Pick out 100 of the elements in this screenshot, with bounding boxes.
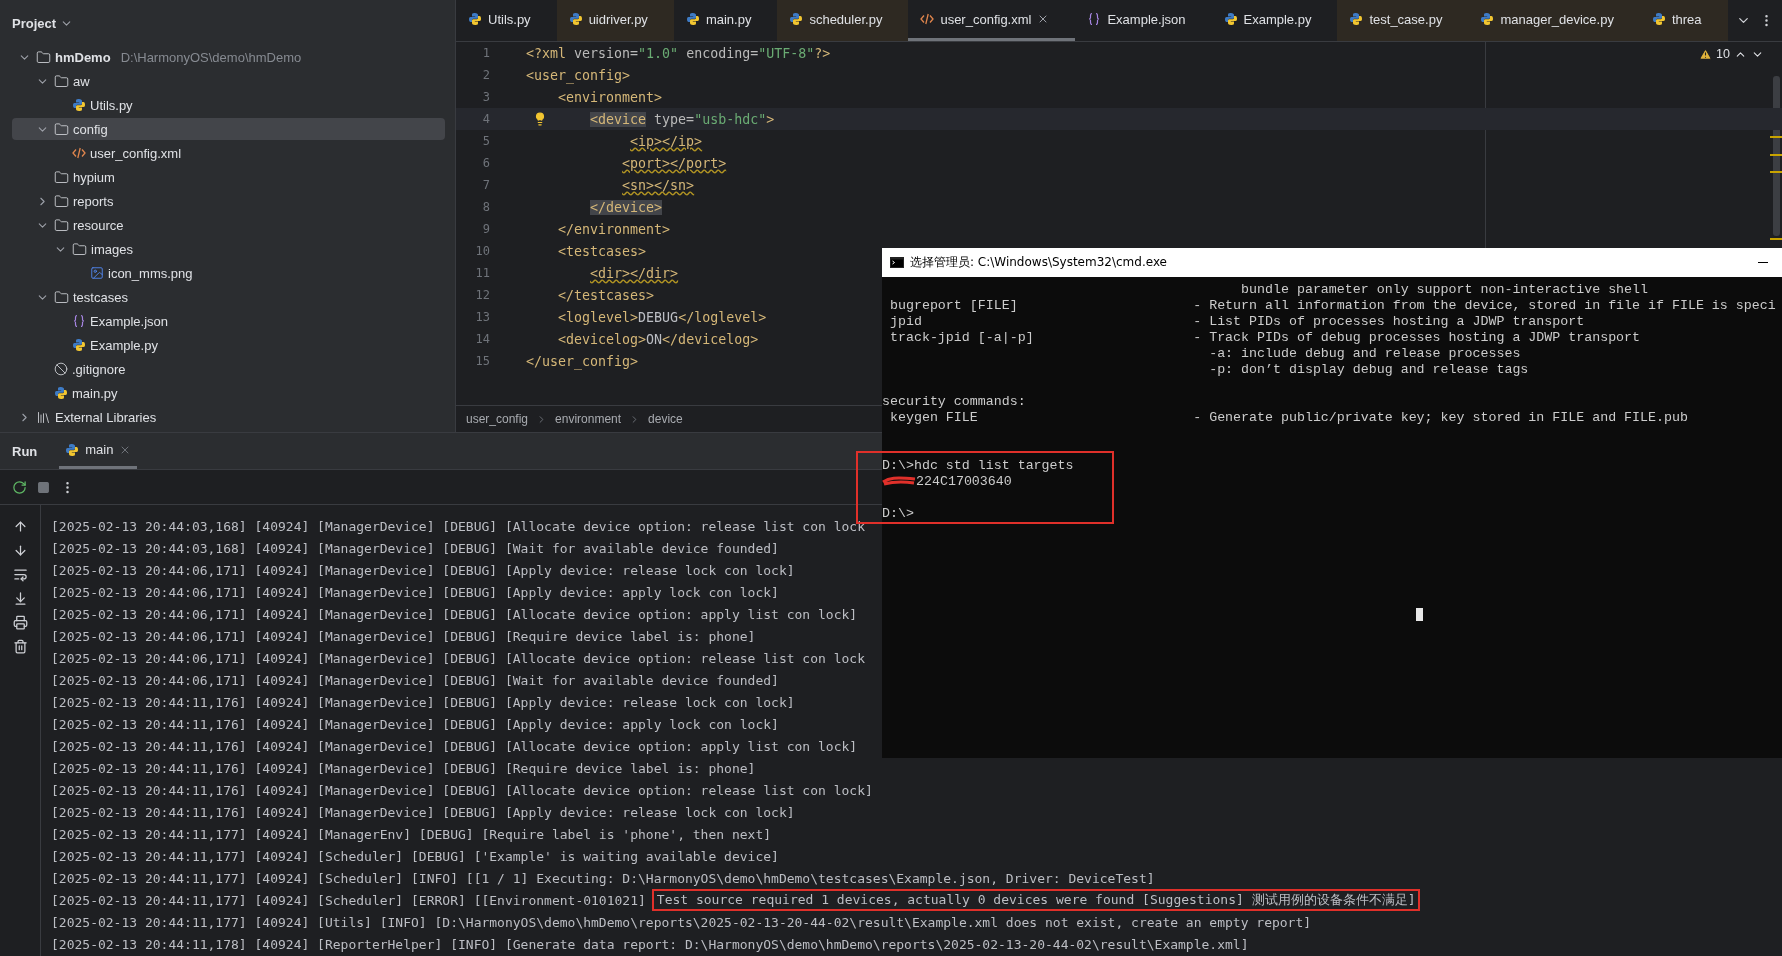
- redaction-scribble: [882, 475, 916, 487]
- tree-item[interactable]: hmDemo D:\HarmonyOS\demo\hmDemo: [12, 46, 445, 68]
- code-token: type=: [653, 111, 695, 127]
- editor-tab[interactable]: Example.json: [1075, 0, 1212, 41]
- log-line: [2025-02-13 20:44:06,171] [40924] [ManagerDevice] [DEBUG] [Allocate device option: apply list con lock]: [51, 606, 858, 622]
- warning-icon: [1699, 47, 1713, 61]
- python-icon: [72, 338, 86, 352]
- folder-icon: [54, 169, 69, 185]
- print-icon: [12, 615, 28, 630]
- terminal-line: bundle parameter only support non-interactive shell: [1240, 281, 1649, 297]
- code-token: </device>: [590, 199, 663, 215]
- log-line: [2025-02-13 20:44:06,171] [40924] [ManagerDevice] [DEBUG] [Apply device: release lock con lock]: [51, 562, 795, 578]
- item-path: D:\HarmonyOS\demo\hmDemo: [120, 49, 302, 65]
- python-icon: [1349, 12, 1364, 26]
- arrow-up-icon: [12, 519, 28, 534]
- code-icon: [920, 12, 935, 26]
- code-token: </testcases>: [558, 287, 655, 303]
- tree-item[interactable]: External Libraries: [12, 406, 445, 428]
- terminal-line: -a: include debug and release processes: [1208, 345, 1521, 361]
- arrow-down-icon: [12, 543, 28, 558]
- tree-item[interactable]: Utils.py: [12, 94, 445, 116]
- tree-item[interactable]: aw: [12, 70, 445, 92]
- library-icon: [36, 409, 51, 425]
- log-line: [2025-02-13 20:44:11,176] [40924] [ManagerDevice] [DEBUG] [Apply device: release lock con lock]: [51, 694, 795, 710]
- panel-title[interactable]: Project: [12, 15, 57, 31]
- tree-item[interactable]: Example.py: [12, 334, 445, 356]
- code-token: encoding=: [685, 45, 759, 61]
- line-number: 4: [481, 112, 491, 126]
- code-token: "usb-hdc": [694, 111, 767, 127]
- python-icon: [789, 12, 804, 26]
- line-number: 12: [474, 288, 491, 302]
- braces-icon: [72, 314, 86, 328]
- log-line: [2025-02-13 20:44:11,176] [40924] [ManagerDevice] [DEBUG] [Allocate device option: apply list con lock]: [51, 738, 858, 754]
- python-icon: [1480, 12, 1495, 26]
- code-token: <loglevel>: [558, 309, 639, 325]
- tree-item[interactable]: testcases: [12, 286, 445, 308]
- item-label: Example.py: [90, 337, 158, 353]
- tree-item[interactable]: Example.json: [12, 310, 445, 332]
- breadcrumb-item[interactable]: device: [648, 412, 683, 426]
- tree-item[interactable]: .gitignore: [12, 358, 445, 380]
- log-line: [2025-02-13 20:44:11,177] [40924] [Scheduler] [DEBUG] ['Example' is waiting available device]: [51, 848, 779, 864]
- editor-tab[interactable]: manager_device.py: [1468, 0, 1640, 41]
- text-cursor: [1416, 608, 1423, 621]
- tree-item[interactable]: images: [12, 238, 445, 260]
- breadcrumb-item[interactable]: environment: [555, 412, 622, 426]
- tree-item[interactable]: user_config.xml: [12, 142, 445, 164]
- item-label: testcases: [73, 289, 128, 305]
- code-token: >: [766, 111, 775, 127]
- run-tab[interactable]: main: [59, 433, 138, 469]
- item-label: icon_mms.png: [108, 265, 193, 281]
- tree-item[interactable]: icon_mms.png: [12, 262, 445, 284]
- terminal-line: D:\>: [882, 505, 914, 521]
- terminal-line: D:\>hdc std list targets: [882, 457, 1074, 473]
- log-line: [2025-02-13 20:44:06,171] [40924] [ManagerDevice] [DEBUG] [Require device label is: phone]: [51, 628, 756, 644]
- line-number: 13: [474, 310, 491, 324]
- code-token: "UTF-8": [758, 45, 815, 61]
- warning-count: 10: [1716, 47, 1730, 61]
- item-label: hypium: [73, 169, 115, 185]
- editor-tab[interactable]: Example.py: [1211, 0, 1338, 41]
- line-number: 11: [474, 266, 491, 280]
- code-token: <user_config>: [526, 67, 631, 83]
- editor-tab[interactable]: threa: [1639, 0, 1728, 41]
- code-token: ?>: [814, 45, 831, 61]
- terminal-line: keygen FILE - Generate public/private key; key stored in FILE and FILE.pub: [888, 409, 1688, 425]
- terminal-icon: [890, 257, 904, 268]
- line-number: 7: [481, 178, 491, 192]
- editor-tab[interactable]: main.py: [673, 0, 778, 41]
- tree-item[interactable]: hypium: [12, 166, 445, 188]
- code-token: <device: [590, 111, 647, 127]
- code-token: </user_config>: [526, 353, 639, 369]
- rerun-icon: [12, 479, 27, 495]
- python-icon: [685, 12, 700, 26]
- python-icon: [65, 442, 80, 457]
- tree-item[interactable]: reports: [12, 190, 445, 212]
- code-token: <dir></dir>: [590, 265, 679, 281]
- line-number: 2: [481, 68, 491, 82]
- tree-item[interactable]: config: [12, 118, 445, 140]
- folder-icon: [54, 73, 69, 89]
- editor-tab[interactable]: test_case.py: [1337, 0, 1469, 41]
- tree-item[interactable]: main.py: [12, 382, 445, 404]
- code-token: <?xml: [526, 45, 567, 61]
- log-line: [2025-02-13 20:44:11,176] [40924] [ManagerDevice] [DEBUG] [Apply device: release lock con lock]: [51, 804, 795, 820]
- ban-icon: [54, 362, 68, 376]
- editor-tab[interactable]: Utils.py: [456, 0, 557, 41]
- folder-icon: [54, 289, 69, 305]
- terminal-line: security commands:: [882, 393, 1026, 409]
- item-label: Example.json: [90, 313, 169, 329]
- item-label: Utils.py: [90, 97, 133, 113]
- code-token: <ip></ip>: [630, 133, 703, 149]
- python-icon: [1223, 12, 1238, 26]
- code-icon: [72, 146, 86, 160]
- editor-tab[interactable]: uidriver.py: [556, 0, 674, 41]
- line-number: 15: [474, 354, 491, 368]
- editor-tab[interactable]: scheduler.py: [777, 0, 909, 41]
- log-line: [2025-02-13 20:44:03,168] [40924] [ManagerDevice] [DEBUG] [Allocate device option: release list con lock: [51, 518, 865, 534]
- item-label: External Libraries: [55, 409, 157, 425]
- line-number: 5: [481, 134, 491, 148]
- tree-item[interactable]: resource: [12, 214, 445, 236]
- line-number: 1: [481, 46, 491, 60]
- breadcrumb-item[interactable]: user_config: [466, 412, 529, 426]
